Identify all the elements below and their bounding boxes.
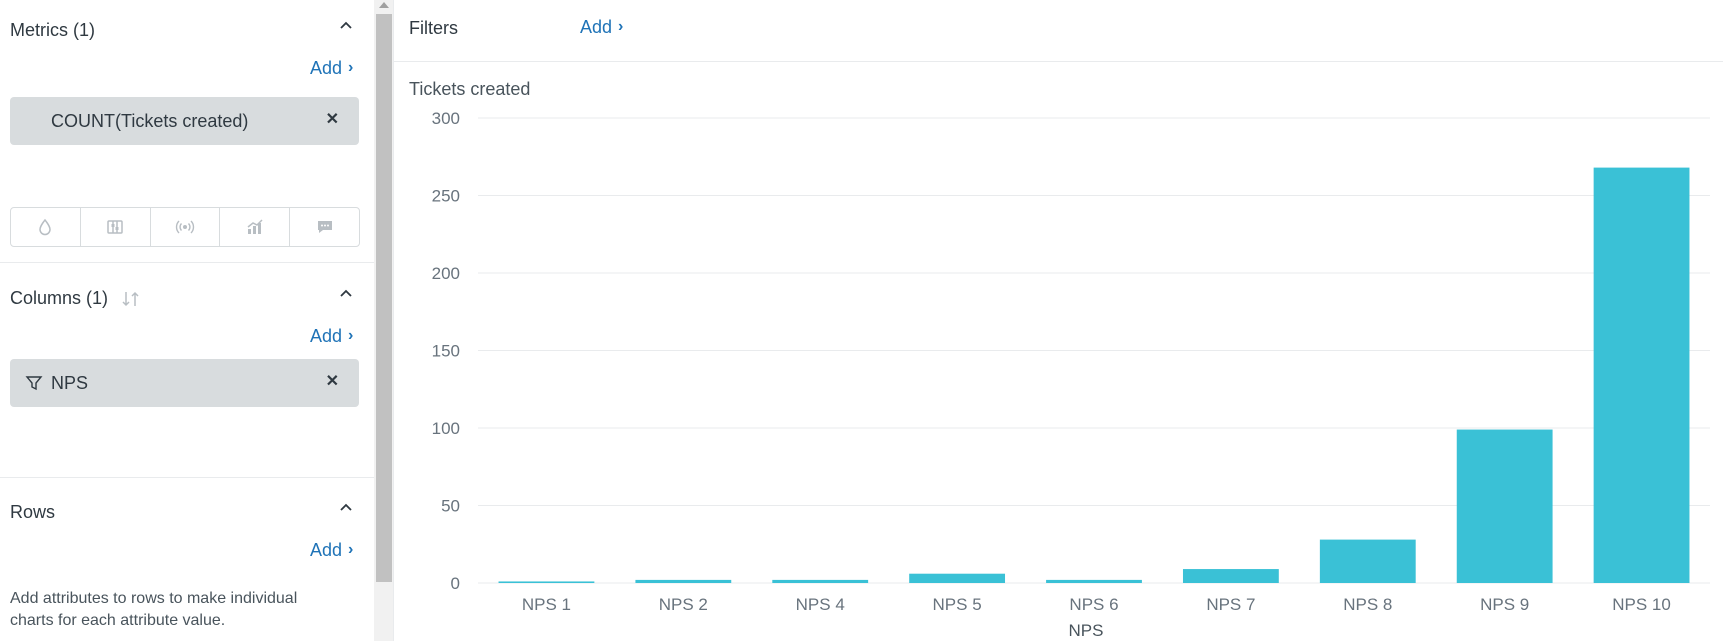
rows-collapse-button[interactable] [338, 499, 358, 519]
swap-icon[interactable] [120, 288, 142, 310]
y-tick-label: 50 [441, 497, 460, 516]
columns-collapse-button[interactable] [338, 285, 358, 305]
chevron-right-icon: › [348, 326, 354, 344]
bar[interactable] [1593, 167, 1690, 583]
y-tick-label: 0 [451, 574, 460, 593]
bar[interactable] [1046, 579, 1142, 583]
metrics-add-label: Add [310, 58, 343, 78]
filters-add-link[interactable]: Add › [580, 17, 623, 38]
left-panel: Metrics (1) Add › COUNT(Tickets created)… [0, 0, 374, 641]
y-tick-label: 100 [432, 419, 460, 438]
chevron-right-icon: › [348, 540, 354, 558]
remove-metric-icon[interactable]: ✕ [326, 109, 339, 129]
x-tick-label: NPS 2 [659, 595, 708, 614]
bar[interactable] [498, 581, 595, 583]
scroll-thumb[interactable] [376, 14, 392, 582]
chevron-up-icon [340, 503, 352, 511]
x-tick-label: NPS 10 [1612, 595, 1671, 614]
chevron-right-icon: › [348, 58, 354, 76]
visualization-toolbar [10, 207, 360, 247]
x-tick-label: NPS 1 [522, 595, 571, 614]
bar[interactable] [1182, 569, 1279, 583]
metric-pill[interactable]: COUNT(Tickets created) ✕ [10, 97, 359, 145]
filters-bar: Filters Add › [394, 0, 1723, 62]
rows-helper-text: Add attributes to rows to make individua… [10, 590, 298, 629]
y-tick-label: 300 [432, 109, 460, 128]
section-divider [0, 477, 374, 478]
chart-icon[interactable] [219, 207, 291, 247]
scroll-up-arrow-icon[interactable] [379, 2, 389, 8]
metrics-add-link[interactable]: Add › [310, 58, 353, 79]
columns-title: Columns (1) [10, 288, 109, 308]
remove-column-icon[interactable]: ✕ [326, 371, 339, 391]
x-tick-label: NPS 4 [796, 595, 845, 614]
chat-icon[interactable] [289, 207, 360, 247]
metric-pill-label: COUNT(Tickets created) [51, 110, 249, 131]
x-tick-label: NPS 6 [1069, 595, 1118, 614]
bar[interactable] [909, 573, 1006, 583]
columns-add-link[interactable]: Add › [310, 326, 353, 347]
chevron-up-icon [340, 21, 352, 29]
panel-scrollbar[interactable] [374, 0, 394, 641]
metrics-collapse-button[interactable] [338, 17, 358, 37]
chevron-up-icon [340, 289, 352, 297]
x-tick-label: NPS 8 [1343, 595, 1392, 614]
y-tick-label: 150 [432, 342, 460, 361]
column-pill-label: NPS [51, 372, 89, 393]
column-pill[interactable]: NPS ✕ [10, 359, 359, 407]
broadcast-icon[interactable] [149, 207, 221, 247]
bar-chart: 0 50 100 150 200 250 300 NPS 1 NPS 2 NPS 4 NPS 5 NP… [432, 109, 1710, 640]
section-divider [0, 262, 374, 263]
x-axis-label: NPS [1069, 621, 1104, 640]
x-tick-label: NPS 5 [933, 595, 982, 614]
bar[interactable] [1319, 539, 1416, 583]
filters-label: Filters [409, 18, 458, 38]
bar[interactable] [772, 579, 869, 583]
bar[interactable] [1456, 429, 1553, 583]
bar[interactable] [635, 579, 732, 583]
x-tick-label: NPS 9 [1480, 595, 1529, 614]
chevron-right-icon: › [618, 17, 624, 35]
rows-add-label: Add [310, 540, 343, 560]
y-tick-label: 250 [432, 187, 460, 206]
x-tick-label: NPS 7 [1206, 595, 1255, 614]
rows-add-link[interactable]: Add › [310, 540, 353, 561]
sliders-icon[interactable] [79, 207, 151, 247]
columns-add-label: Add [310, 326, 343, 346]
filters-add-label: Add [580, 17, 613, 37]
chart-area: Tickets created 0 50 100 150 200 250 300 NPS 1N… [394, 63, 1723, 641]
drop-icon[interactable] [10, 207, 81, 247]
metrics-title: Metrics (1) [10, 20, 95, 40]
filter-icon [25, 376, 43, 391]
rows-title: Rows [10, 502, 56, 522]
y-tick-label: 200 [432, 264, 460, 283]
